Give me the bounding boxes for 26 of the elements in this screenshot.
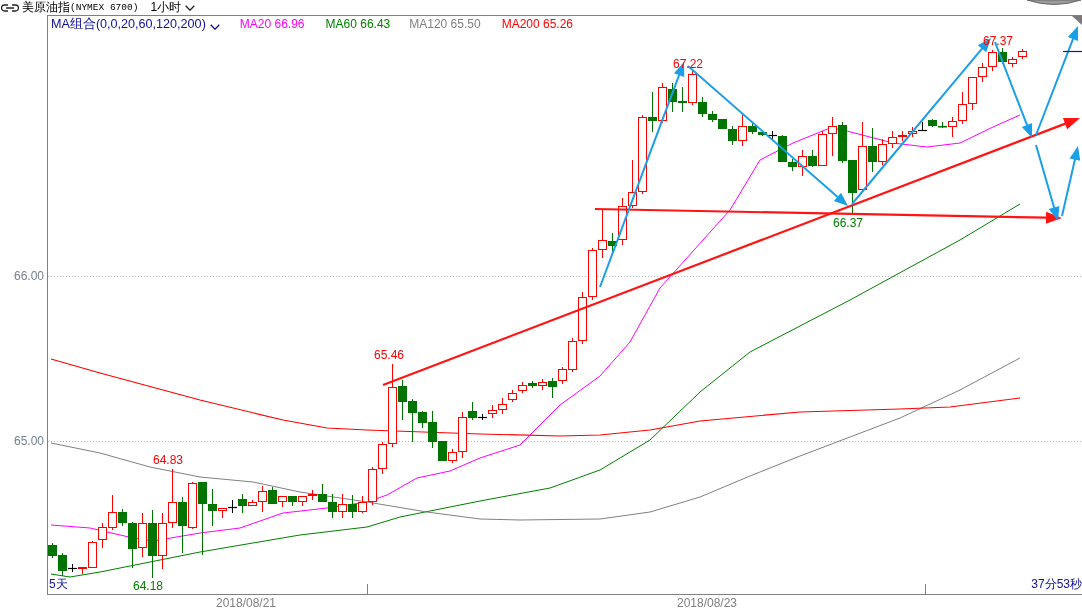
price-axis-label: 65.00 <box>13 434 44 448</box>
date-axis-label: 2018/08/21 <box>215 596 277 610</box>
price-label: 65.46 <box>374 348 404 362</box>
link-icon[interactable] <box>1 3 19 12</box>
price-label: 67.22 <box>673 57 703 71</box>
price-axis-label: 66.00 <box>13 269 44 283</box>
ma-legend-label: MA60 66.43 <box>325 17 391 31</box>
price-label: 64.83 <box>153 453 183 467</box>
price-marker-line <box>1062 50 1082 53</box>
price-label: 64.18 <box>133 579 163 593</box>
chevron-down-icon <box>185 4 196 11</box>
ma-legend-label: MA20 66.96 <box>239 17 305 31</box>
countdown-label: 37分53秒 <box>1031 577 1082 591</box>
price-label: 67.37 <box>983 34 1013 48</box>
interval-selector[interactable]: 1小时 <box>150 1 196 14</box>
ma-legend-label: MA200 65.26 <box>501 17 574 31</box>
indicator-selector[interactable]: MA组合(0,0,20,60,120,200) <box>51 17 220 31</box>
semicircle-icon <box>1026 0 1082 6</box>
price-label: 66.37 <box>833 216 863 230</box>
date-axis-label: 2018/08/23 <box>676 596 738 610</box>
instrument-code: (NYMEX 6700) <box>70 2 139 14</box>
chevron-down-icon <box>209 23 220 30</box>
instrument-title: 美原油指 <box>22 1 70 14</box>
forecast-arrow <box>1061 146 1081 217</box>
range-label: 5天 <box>49 577 68 591</box>
ma-legend-label: MA120 65.50 <box>409 17 481 31</box>
